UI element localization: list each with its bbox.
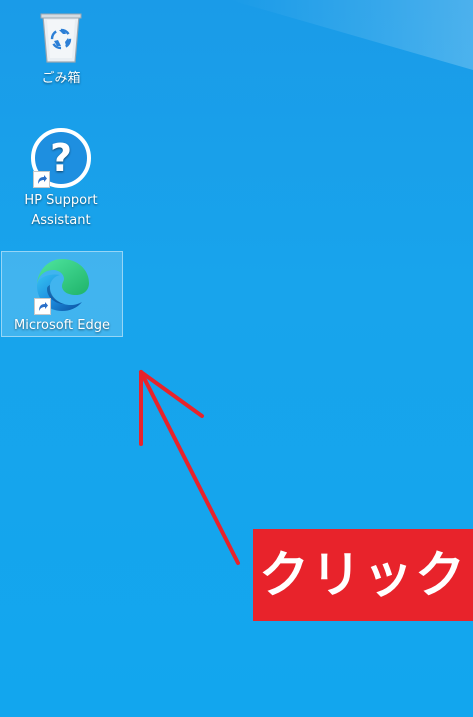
click-annotation-badge: クリック bbox=[253, 529, 473, 621]
recycle-bin-icon bbox=[37, 8, 85, 64]
svg-text:?: ? bbox=[50, 136, 72, 180]
hp-support-label-line1: HP Support bbox=[24, 193, 98, 208]
help-question-icon: ? bbox=[29, 126, 93, 190]
hp-support-label-line2: Assistant bbox=[31, 213, 91, 228]
hp-support-assistant-shortcut[interactable]: ? HP Support Assistant bbox=[0, 126, 122, 230]
microsoft-edge-icon bbox=[30, 253, 94, 317]
shortcut-arrow-icon bbox=[33, 171, 50, 188]
shortcut-arrow-icon bbox=[34, 298, 51, 315]
desktop-background[interactable]: ごみ箱 ? HP Support Assistant Microsoft Edg… bbox=[0, 0, 473, 717]
recycle-bin-shortcut[interactable]: ごみ箱 bbox=[0, 4, 122, 88]
recycle-bin-label: ごみ箱 bbox=[41, 71, 81, 86]
microsoft-edge-label: Microsoft Edge bbox=[13, 318, 110, 333]
microsoft-edge-shortcut[interactable]: Microsoft Edge bbox=[1, 251, 123, 337]
